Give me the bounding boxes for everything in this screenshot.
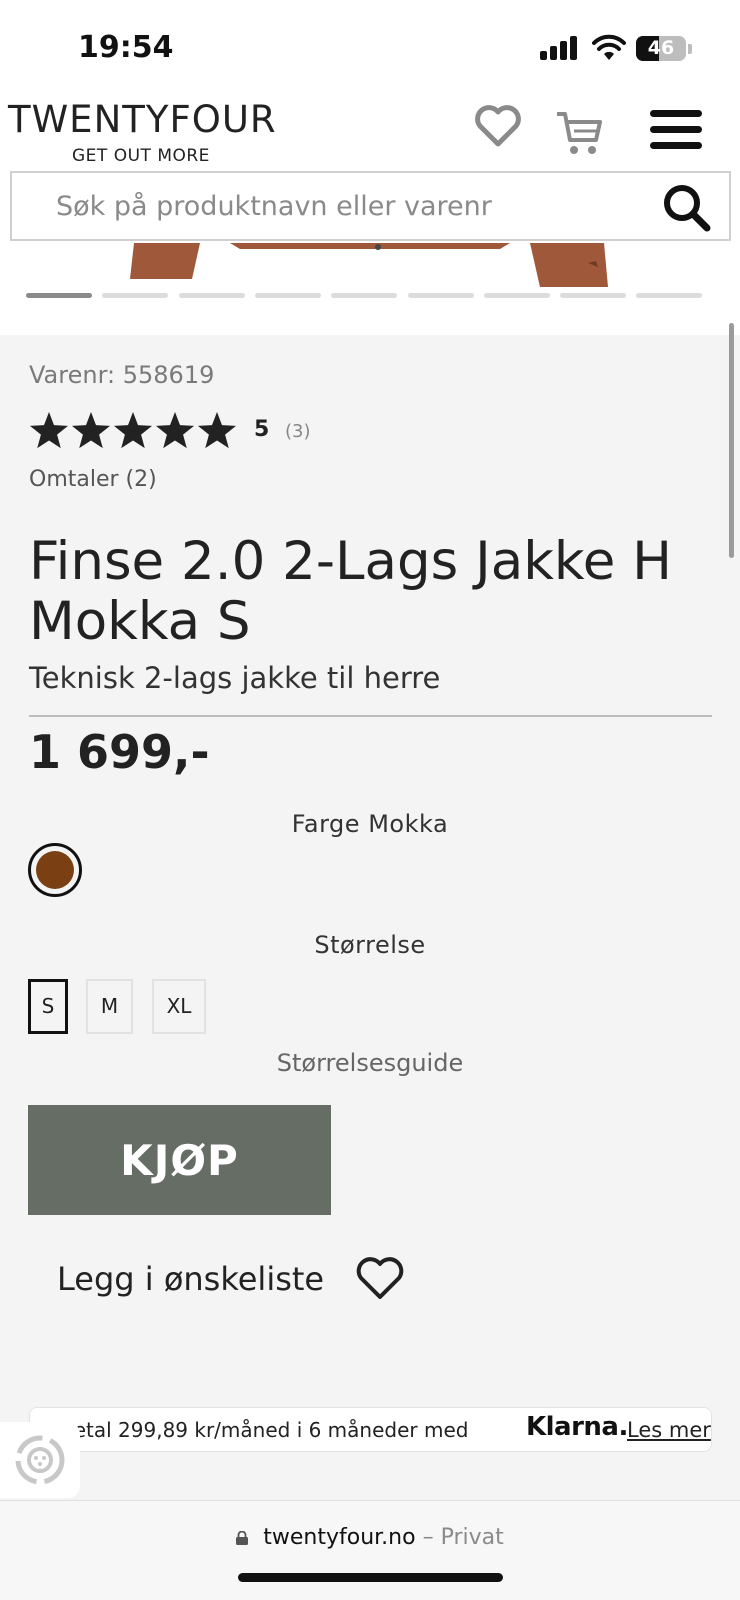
color-label-text: Farge <box>291 810 361 838</box>
menu-icon[interactable] <box>650 110 702 150</box>
product-details: Varenr: 558619 5 (3) Omtaler (2) Finse 2… <box>0 335 740 1500</box>
klarna-banner: Betal 299,89 kr/måned i 6 måneder med Kl… <box>29 1407 712 1452</box>
cart-icon[interactable] <box>554 108 604 158</box>
carousel-dot[interactable] <box>407 293 474 298</box>
status-bar: 19:54 46 <box>0 0 740 90</box>
product-price: 1 699,- <box>29 725 210 779</box>
heart-icon[interactable] <box>474 104 522 148</box>
carousel-dots <box>26 293 716 299</box>
star-icon <box>71 412 111 449</box>
search-box <box>10 171 731 241</box>
browser-bottom-bar: twentyfour.no – Privat <box>0 1500 740 1600</box>
product-subtitle: Teknisk 2-lags jakke til herre <box>29 661 441 695</box>
star-icon <box>113 412 153 449</box>
product-image-carousel[interactable] <box>0 243 740 335</box>
carousel-dot[interactable] <box>102 293 169 298</box>
rating-count: (3) <box>285 421 311 442</box>
carousel-dot[interactable] <box>26 293 92 298</box>
carousel-dot[interactable] <box>254 293 321 298</box>
product-number: Varenr: 558619 <box>29 361 214 389</box>
site-header: TWENTYFOUR GET OUT MORE <box>0 90 740 170</box>
product-title: Finse 2.0 2-Lags Jakke H Mokka S <box>29 531 673 652</box>
browser-domain: twentyfour.no <box>263 1525 416 1550</box>
search-icon[interactable] <box>660 181 714 235</box>
klarna-text: Betal 299,89 kr/måned i 6 måneder med <box>60 1418 469 1442</box>
size-label: Størrelse <box>314 931 426 959</box>
color-swatch-fill <box>36 851 74 889</box>
carousel-dot[interactable] <box>636 293 703 298</box>
carousel-dot[interactable] <box>178 293 245 298</box>
carousel-dot[interactable] <box>483 293 550 298</box>
reviews-link[interactable]: Omtaler (2) <box>29 467 157 492</box>
chat-icon <box>15 1435 65 1485</box>
klarna-read-more-link[interactable]: Les mer <box>627 1418 711 1442</box>
logo-text: TWENTYFOUR <box>8 98 277 141</box>
color-swatch-mokka[interactable] <box>28 843 82 897</box>
carousel-dot[interactable] <box>560 293 627 298</box>
cellular-signal-icon <box>540 36 580 60</box>
rating-value: 5 <box>254 417 270 442</box>
search-input[interactable] <box>56 173 636 239</box>
size-option-xl[interactable]: XL <box>152 979 206 1034</box>
home-indicator[interactable] <box>238 1573 503 1582</box>
divider <box>29 715 712 717</box>
product-number-label: Varenr: <box>29 361 116 389</box>
product-number-value: 558619 <box>122 361 215 389</box>
battery-tip <box>688 44 692 54</box>
browser-address[interactable]: twentyfour.no – Privat <box>0 1525 740 1550</box>
battery-level: 46 <box>647 37 675 59</box>
wifi-icon <box>592 34 626 60</box>
klarna-logo: Klarna. <box>526 1412 628 1442</box>
star-icon <box>155 412 195 449</box>
product-image <box>130 243 608 287</box>
browser-separator: – <box>422 1525 434 1550</box>
status-time: 19:54 <box>78 30 174 65</box>
size-guide-link[interactable]: Størrelsesguide <box>0 1049 740 1077</box>
size-option-m[interactable]: M <box>86 979 133 1034</box>
buy-button[interactable]: KJØP <box>28 1105 331 1215</box>
logo-tagline: GET OUT MORE <box>72 146 210 166</box>
battery-icon: 46 <box>636 36 686 61</box>
star-icon <box>197 412 237 449</box>
rating-stars <box>29 412 237 449</box>
color-value: Mokka <box>368 810 449 838</box>
add-to-wishlist-label[interactable]: Legg i ønskeliste <box>57 1260 324 1298</box>
lock-icon <box>236 1531 249 1545</box>
page-scrollbar[interactable] <box>729 323 734 558</box>
chat-widget[interactable] <box>0 1422 80 1498</box>
color-label: Farge Mokka <box>0 810 740 838</box>
browser-mode: Privat <box>440 1525 504 1550</box>
wishlist-heart-icon[interactable] <box>355 1255 405 1301</box>
carousel-dot[interactable] <box>331 293 398 298</box>
star-icon <box>29 412 69 449</box>
size-option-s[interactable]: S <box>28 979 68 1034</box>
